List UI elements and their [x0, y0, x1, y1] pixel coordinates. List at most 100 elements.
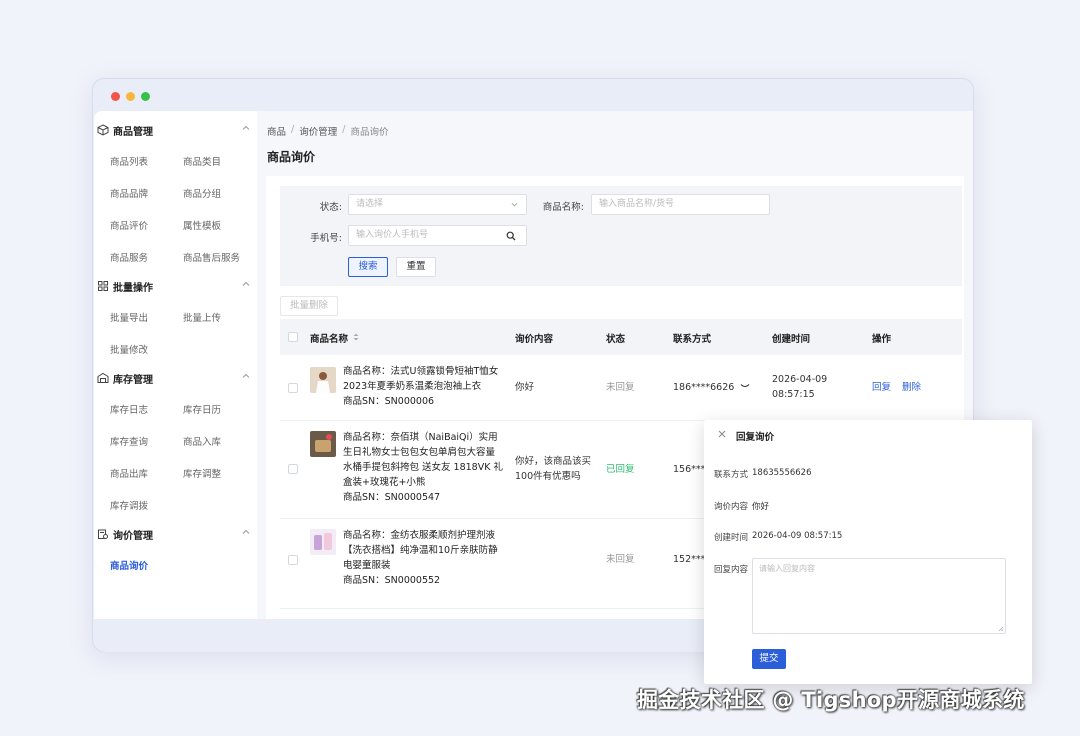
- box-icon: [97, 124, 109, 136]
- sidebar-group-title: 询价管理: [113, 530, 153, 542]
- reply-link[interactable]: 回复: [872, 382, 891, 393]
- sidebar-item-stock-calendar[interactable]: 库存日历: [183, 402, 221, 416]
- sidebar-group-inquiry[interactable]: 询价管理: [94, 524, 257, 544]
- page-title: 商品询价: [267, 150, 316, 164]
- sidebar-item-product-list[interactable]: 商品列表: [110, 154, 148, 168]
- row-checkbox[interactable]: [288, 464, 298, 474]
- sidebar-item-product-brand[interactable]: 商品品牌: [110, 186, 148, 200]
- search-button[interactable]: 搜索: [348, 257, 388, 277]
- sidebar-item-product-service[interactable]: 商品服务: [110, 250, 148, 264]
- status-label: 状态:: [319, 202, 342, 213]
- inquiry-content-cell: 你好，该商品该买 100件有优惠吗: [515, 456, 592, 482]
- product-thumbnail[interactable]: [310, 431, 336, 457]
- sidebar-group-product[interactable]: 商品管理: [94, 120, 257, 140]
- search-icon: [506, 231, 515, 240]
- sidebar-item-product-review[interactable]: 商品评价: [110, 218, 148, 232]
- actions-cell: 回复 删除: [872, 380, 921, 395]
- select-all-checkbox[interactable]: [288, 332, 298, 342]
- chevron-up-icon: [242, 281, 250, 286]
- sidebar-item-product-group[interactable]: 商品分组: [183, 186, 221, 200]
- sidebar-group-title: 批量操作: [113, 282, 153, 294]
- row-checkbox[interactable]: [288, 555, 298, 565]
- column-header-name[interactable]: 商品名称: [310, 331, 348, 345]
- product-thumbnail[interactable]: [310, 367, 336, 393]
- product-name-input[interactable]: 输入商品名称/货号: [591, 194, 770, 215]
- window-controls: [111, 92, 150, 101]
- sidebar-group-batch[interactable]: 批量操作: [94, 276, 257, 296]
- sort-icon[interactable]: [352, 332, 360, 342]
- reply-dialog: 回复询价 联系方式 18635556626 询价内容 你好 创建时间 2026-…: [704, 420, 1032, 684]
- maximize-window-button[interactable]: [141, 92, 150, 101]
- column-header-actions: 操作: [872, 334, 892, 345]
- inquiry-icon: [98, 529, 108, 539]
- sidebar: 商品管理 商品列表 商品类目 商品品牌 商品分组 商品评价 属性模板 商品服务 …: [94, 111, 257, 619]
- product-name-placeholder: 输入商品名称/货号: [599, 199, 675, 209]
- chevron-up-icon: [242, 529, 250, 534]
- watermark: 掘金技术社区 @ Tigshop开源商城系统: [637, 688, 1025, 712]
- close-window-button[interactable]: [111, 92, 120, 101]
- delete-link[interactable]: 删除: [902, 382, 921, 393]
- close-icon[interactable]: [717, 429, 727, 439]
- chevron-up-icon: [242, 125, 250, 130]
- grid-icon: [98, 281, 108, 291]
- breadcrumb-separator: /: [291, 124, 295, 135]
- dialog-contact-label: 联系方式: [714, 470, 749, 480]
- status-cell: 未回复: [606, 554, 635, 565]
- sidebar-item-stock-out[interactable]: 商品出库: [110, 466, 148, 480]
- sidebar-item-batch-edit[interactable]: 批量修改: [110, 342, 148, 356]
- warehouse-icon: [97, 372, 109, 383]
- submit-button[interactable]: 提交: [752, 649, 786, 669]
- breadcrumb: 商品 / 询价管理 / 商品询价: [267, 124, 388, 138]
- chevron-down-icon: [511, 202, 518, 207]
- sidebar-item-stock-query[interactable]: 库存查询: [110, 434, 148, 448]
- status-cell: 已回复: [606, 464, 635, 475]
- sidebar-item-stock-log[interactable]: 库存日志: [110, 402, 148, 416]
- sidebar-item-stock-in[interactable]: 商品入库: [183, 434, 221, 448]
- sidebar-item-after-sale-service[interactable]: 商品售后服务: [183, 250, 240, 264]
- dialog-content-value: 你好: [752, 502, 770, 512]
- status-select[interactable]: 请选择: [348, 194, 527, 215]
- breadcrumb-item[interactable]: 询价管理: [299, 124, 337, 138]
- column-header-content: 询价内容: [515, 334, 554, 345]
- reply-textarea[interactable]: 请输入回复内容: [752, 558, 1006, 634]
- sidebar-item-stock-transfer[interactable]: 库存调拨: [110, 498, 148, 512]
- dialog-title: 回复询价: [736, 432, 775, 443]
- filter-panel: 状态: 请选择 商品名称: 输入商品名称/货号 手机号: 输入询价人手机号 搜索…: [280, 186, 962, 286]
- breadcrumb-item[interactable]: 商品: [267, 124, 286, 138]
- sidebar-item-attribute-template[interactable]: 属性模板: [183, 218, 221, 232]
- contact-cell: 186****6626: [673, 380, 750, 395]
- phone-placeholder: 输入询价人手机号: [356, 230, 429, 240]
- inquiry-content-cell: 你好: [515, 382, 535, 393]
- phone-input[interactable]: 输入询价人手机号: [348, 225, 496, 246]
- dialog-reply-label: 回复内容: [714, 565, 749, 575]
- created-time-cell: 2026-04-09 08:57:15: [772, 374, 828, 400]
- row-checkbox[interactable]: [288, 383, 298, 393]
- sidebar-item-batch-upload[interactable]: 批量上传: [183, 310, 221, 324]
- sidebar-item-stock-adjust[interactable]: 库存调整: [183, 466, 221, 480]
- eye-closed-icon[interactable]: [740, 382, 750, 390]
- table-row: 商品名称：法式U领露锁骨短袖T恤女 2023年夏季奶系温柔泡泡袖上衣 商品SN：…: [280, 355, 962, 421]
- phone-label: 手机号:: [310, 233, 342, 244]
- column-header-status: 状态: [606, 334, 626, 345]
- sidebar-item-batch-export[interactable]: 批量导出: [110, 310, 148, 324]
- batch-delete-button[interactable]: 批量删除: [280, 296, 338, 316]
- reset-button[interactable]: 重置: [396, 257, 436, 277]
- minimize-window-button[interactable]: [126, 92, 135, 101]
- sidebar-group-inventory[interactable]: 库存管理: [94, 368, 257, 388]
- breadcrumb-separator: /: [342, 124, 346, 135]
- sidebar-item-product-category[interactable]: 商品类目: [183, 154, 221, 168]
- dialog-content-label: 询价内容: [714, 502, 749, 512]
- dialog-time-value: 2026-04-09 08:57:15: [752, 531, 843, 541]
- product-name-cell: 商品名称：金纺衣服柔顺剂护理剂液 【洗衣搭档】纯净温和10斤亲肤防静 电婴童服装…: [343, 530, 498, 586]
- table-header: 商品名称 询价内容 状态 联系方式 创建时间 操作: [280, 319, 962, 355]
- status-placeholder: 请选择: [356, 199, 384, 209]
- resize-grip-icon[interactable]: [998, 626, 1004, 632]
- column-header-time: 创建时间: [772, 334, 811, 345]
- reply-placeholder: 请输入回复内容: [759, 564, 815, 573]
- phone-search-button[interactable]: [495, 225, 527, 246]
- chevron-up-icon: [242, 373, 250, 378]
- product-thumbnail[interactable]: [310, 529, 336, 555]
- status-cell: 未回复: [606, 382, 635, 393]
- sidebar-item-product-inquiry[interactable]: 商品询价: [110, 558, 148, 572]
- sidebar-group-title: 商品管理: [113, 126, 153, 138]
